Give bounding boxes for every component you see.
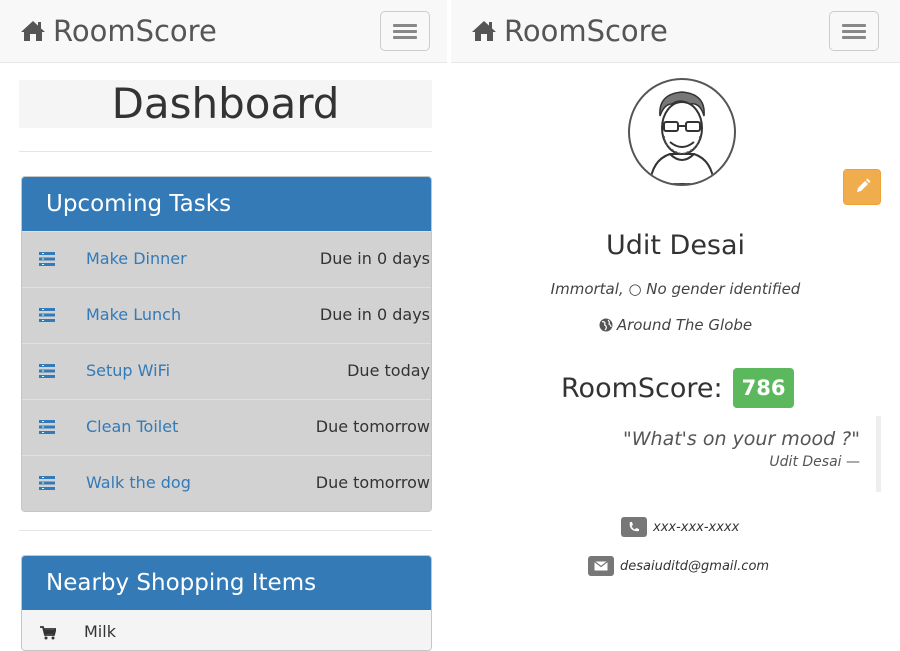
list-icon: [39, 420, 55, 434]
menu-icon: [842, 24, 866, 27]
edit-profile-button[interactable]: [843, 169, 881, 205]
globe-icon: [599, 318, 613, 332]
shopping-item-label: Milk: [84, 622, 116, 641]
pencil-icon: [857, 178, 871, 192]
task-link[interactable]: Make Dinner: [86, 249, 187, 268]
task-row: Walk the dog Due tomorrow: [22, 455, 431, 511]
profile-location: Around The Globe: [451, 316, 900, 334]
phone-number: xxx-xxx-xxxx: [653, 519, 740, 535]
shopping-heading: Nearby Shopping Items: [22, 556, 431, 610]
cart-icon: [40, 626, 56, 640]
task-link[interactable]: Setup WiFi: [86, 361, 170, 380]
task-row: Make Dinner Due in 0 days: [22, 231, 431, 287]
dashboard-panel: RoomScore Dashboard Upcoming Tasks Make …: [0, 0, 447, 651]
mood-quote[interactable]: "What's on your mood ?" Udit Desai —: [560, 416, 881, 492]
home-icon: [21, 21, 45, 41]
navbar: RoomScore: [0, 0, 447, 63]
divider: [19, 530, 432, 531]
task-due: Due in 0 days: [319, 249, 430, 268]
phone-contact: xxx-xxx-xxxx: [621, 517, 739, 537]
roomscore-badge: 786: [732, 368, 795, 408]
task-due: Due tomorrow: [315, 473, 430, 492]
list-icon: [39, 364, 55, 378]
brand-link[interactable]: RoomScore: [20, 14, 217, 48]
task-link[interactable]: Clean Toilet: [86, 417, 178, 436]
list-icon: [39, 476, 55, 490]
brand-name: RoomScore: [53, 14, 217, 48]
task-due: Due today: [347, 361, 430, 380]
home-icon: [472, 21, 496, 41]
list-icon: [39, 252, 55, 266]
shopping-item[interactable]: Milk: [22, 610, 431, 650]
list-icon: [39, 308, 55, 322]
shopping-list: Milk: [22, 610, 431, 650]
upcoming-tasks-panel: Upcoming Tasks Make Dinner Due in 0 days…: [21, 176, 432, 512]
divider: [19, 151, 432, 152]
task-due: Due tomorrow: [315, 417, 430, 436]
task-row: Make Lunch Due in 0 days: [22, 287, 431, 343]
email-address[interactable]: desaiuditd@gmail.com: [620, 559, 769, 574]
roomscore-label: RoomScore:: [561, 372, 723, 404]
profile-name: Udit Desai: [605, 230, 746, 261]
task-link[interactable]: Walk the dog: [86, 473, 191, 492]
brand-link[interactable]: RoomScore: [471, 14, 668, 48]
task-due: Due in 0 days: [319, 305, 430, 324]
profile-meta: Immortal, ○ No gender identified: [550, 280, 801, 298]
envelope-icon: [588, 556, 614, 576]
avatar: [628, 78, 736, 186]
roomscore: RoomScore: 786: [561, 368, 795, 408]
task-link[interactable]: Make Lunch: [86, 305, 181, 324]
upcoming-tasks-heading: Upcoming Tasks: [22, 177, 431, 231]
email-contact: desaiuditd@gmail.com: [588, 556, 769, 576]
task-list: Make Dinner Due in 0 days Make Lunch Due…: [22, 231, 431, 511]
shopping-panel: Nearby Shopping Items Milk: [21, 555, 432, 651]
navbar: RoomScore: [451, 0, 900, 63]
location-text: Around The Globe: [616, 316, 753, 334]
phone-icon: [621, 517, 647, 537]
task-row: Setup WiFi Due today: [22, 343, 431, 399]
menu-icon: [393, 24, 417, 27]
brand-name: RoomScore: [504, 14, 668, 48]
task-row: Clean Toilet Due tomorrow: [22, 399, 431, 455]
quote-author: Udit Desai —: [769, 454, 860, 470]
quote-text: "What's on your mood ?": [623, 428, 860, 450]
menu-toggle-button[interactable]: [829, 11, 879, 51]
menu-toggle-button[interactable]: [380, 11, 430, 51]
avatar-illustration: [648, 91, 716, 184]
page-title: Dashboard: [19, 80, 432, 128]
